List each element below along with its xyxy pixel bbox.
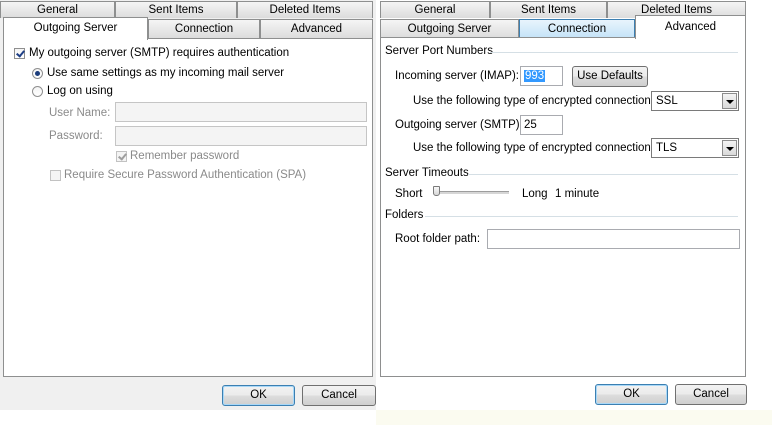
- server-timeouts-heading: Server Timeouts: [385, 167, 469, 179]
- tab-deleted-items[interactable]: Deleted Items: [237, 1, 373, 18]
- incoming-port-selection: 993: [524, 70, 546, 82]
- cancel-button[interactable]: Cancel: [302, 385, 376, 406]
- logon-using-radio[interactable]: [32, 86, 43, 97]
- tab-general[interactable]: General: [380, 1, 490, 18]
- outgoing-server-panel: My outgoing server (SMTP) requires authe…: [3, 38, 373, 377]
- tab-sent-items[interactable]: Sent Items: [115, 1, 237, 18]
- spa-label: Require Secure Password Authentication (…: [64, 169, 307, 181]
- tab-advanced[interactable]: Advanced: [635, 15, 746, 39]
- user-name-input[interactable]: [115, 102, 367, 122]
- right-dialog: General Sent Items Deleted Items Outgoin…: [376, 0, 772, 425]
- folders-group-line: [425, 216, 738, 217]
- password-label: Password:: [49, 130, 103, 142]
- slider-thumb[interactable]: [433, 186, 440, 196]
- smtp-auth-label: My outgoing server (SMTP) requires authe…: [29, 47, 290, 59]
- tab-outgoing-server[interactable]: Outgoing Server: [3, 17, 148, 40]
- user-name-label: User Name:: [49, 107, 111, 119]
- tab-sent-items[interactable]: Sent Items: [490, 1, 607, 18]
- remember-password-checkbox[interactable]: [116, 151, 127, 162]
- timeout-short-label: Short: [395, 188, 423, 200]
- chevron-down-icon[interactable]: [722, 140, 737, 156]
- ok-button[interactable]: OK: [595, 384, 668, 405]
- tab-general[interactable]: General: [0, 1, 115, 18]
- cancel-button[interactable]: Cancel: [675, 384, 747, 405]
- same-settings-radio[interactable]: [32, 68, 43, 79]
- password-input[interactable]: [115, 126, 367, 146]
- timeout-value: 1 minute: [555, 188, 600, 200]
- logon-using-label: Log on using: [47, 85, 113, 97]
- server-port-numbers-heading: Server Port Numbers: [385, 45, 494, 57]
- tab-connection[interactable]: Connection: [148, 19, 260, 38]
- tab-outgoing-server[interactable]: Outgoing Server: [380, 19, 519, 38]
- smtp-auth-checkbox[interactable]: [14, 48, 25, 59]
- use-defaults-button[interactable]: Use Defaults: [572, 66, 648, 87]
- timeout-slider[interactable]: [433, 186, 509, 200]
- root-folder-input[interactable]: [487, 229, 740, 249]
- slider-track: [433, 191, 509, 195]
- timeouts-group-line: [468, 174, 738, 175]
- outgoing-encryption-value: TLS: [656, 142, 678, 154]
- spa-checkbox[interactable]: [50, 170, 61, 181]
- outgoing-encryption-select[interactable]: TLS: [651, 138, 739, 158]
- same-settings-label: Use same settings as my incoming mail se…: [47, 67, 285, 79]
- incoming-port-input[interactable]: 993: [520, 66, 563, 86]
- incoming-encryption-select[interactable]: SSL: [651, 91, 739, 111]
- tab-connection[interactable]: Connection: [519, 19, 635, 38]
- timeout-long-label: Long: [522, 188, 548, 200]
- incoming-server-label: Incoming server (IMAP):: [395, 70, 519, 82]
- advanced-panel: Server Port Numbers Incoming server (IMA…: [380, 37, 746, 377]
- remember-password-label: Remember password: [130, 150, 240, 162]
- left-dialog: General Sent Items Deleted Items Outgoin…: [0, 0, 376, 425]
- folders-heading: Folders: [385, 209, 424, 221]
- outgoing-server-label: Outgoing server (SMTP):: [395, 119, 523, 131]
- tab-advanced[interactable]: Advanced: [260, 19, 373, 38]
- incoming-encryption-label: Use the following type of encrypted conn…: [413, 95, 655, 107]
- root-folder-label: Root folder path:: [395, 233, 481, 245]
- outgoing-port-input[interactable]: 25: [520, 115, 563, 135]
- ports-group-line: [490, 52, 738, 53]
- outgoing-encryption-label: Use the following type of encrypted conn…: [413, 142, 655, 154]
- ok-button[interactable]: OK: [222, 385, 295, 406]
- chevron-down-icon[interactable]: [722, 93, 737, 109]
- incoming-encryption-value: SSL: [656, 95, 678, 107]
